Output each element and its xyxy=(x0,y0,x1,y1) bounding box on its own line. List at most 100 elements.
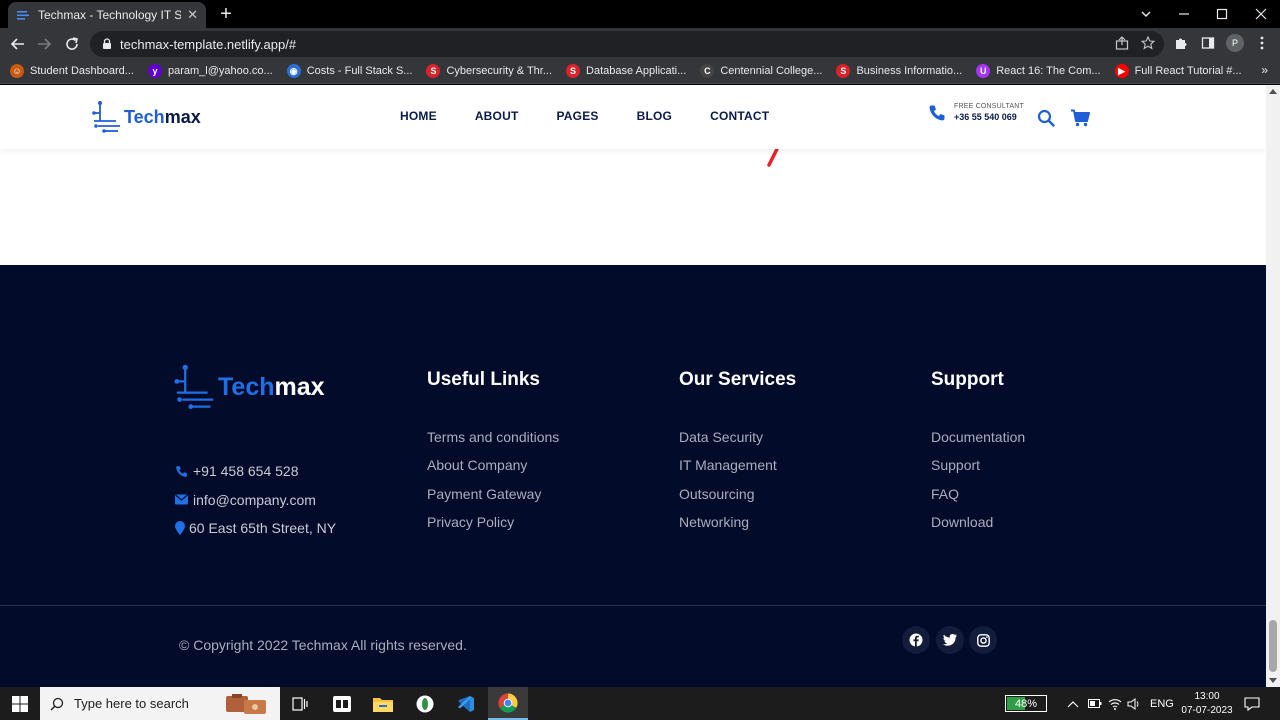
footer-logo-wordmark: Techmax xyxy=(218,373,325,402)
bookmark-item[interactable]: S Cybersecurity & Thr... xyxy=(426,64,552,78)
notifications-icon[interactable] xyxy=(1244,687,1260,720)
link-faq[interactable]: FAQ xyxy=(931,486,1025,514)
taskbar-app-file-explorer[interactable] xyxy=(363,687,403,720)
browser-titlebar: Techmax - Technology IT Solution ✕ + xyxy=(0,0,1280,28)
address-bar[interactable]: techmax-template.netlify.app/# xyxy=(90,31,1164,57)
taskbar-search-box[interactable]: Type here to search xyxy=(40,687,280,720)
share-icon[interactable] xyxy=(1112,33,1132,53)
footer-email[interactable]: info@company.com xyxy=(175,486,336,515)
profile-avatar[interactable]: P xyxy=(1225,33,1245,53)
nav-home[interactable]: HOME xyxy=(400,109,437,123)
wifi-icon[interactable] xyxy=(1108,687,1122,720)
cart-icon[interactable] xyxy=(1069,107,1091,129)
search-icon xyxy=(50,697,64,710)
taskbar-app-media[interactable] xyxy=(322,687,362,720)
twitter-link[interactable] xyxy=(935,626,964,654)
scrollbar-thumb[interactable] xyxy=(1269,620,1277,672)
taskbar-app-chrome[interactable] xyxy=(488,687,528,720)
scroll-up-arrow[interactable] xyxy=(1269,89,1277,94)
browser-menu-icon[interactable] xyxy=(1252,33,1272,53)
language-indicator[interactable]: ENG xyxy=(1150,687,1174,720)
techmax-favicon-icon xyxy=(17,11,29,20)
nav-blog[interactable]: BLOG xyxy=(637,109,672,123)
phone-icon xyxy=(175,465,189,478)
close-window-button[interactable] xyxy=(1242,0,1280,28)
search-icon[interactable] xyxy=(1035,107,1057,129)
free-consultant[interactable]: FREE CONSULTANT +36 55 540 069 xyxy=(928,103,1024,122)
nav-about[interactable]: ABOUT xyxy=(475,109,519,123)
bookmarks-overflow-icon[interactable]: » xyxy=(1261,63,1268,77)
bookmark-item[interactable]: C Centennial College... xyxy=(700,64,822,78)
maximize-button[interactable] xyxy=(1203,0,1241,28)
link-documentation[interactable]: Documentation xyxy=(931,429,1025,457)
tab-title: Techmax - Technology IT Solution xyxy=(38,8,182,22)
battery-tray-icon[interactable] xyxy=(1088,687,1102,720)
nav-contact[interactable]: CONTACT xyxy=(710,109,769,123)
volume-icon[interactable] xyxy=(1127,687,1141,720)
chrome-icon xyxy=(498,693,518,713)
taskbar-app-green-circle[interactable] xyxy=(405,687,445,720)
bookmark-label: Business Informatio... xyxy=(856,65,963,77)
yahoo-icon: y xyxy=(147,64,162,78)
s-logo-icon: S xyxy=(426,64,441,78)
show-hidden-icons-button[interactable] xyxy=(1067,687,1079,720)
site-logo[interactable]: Techmax xyxy=(92,99,201,135)
s-logo-icon: S xyxy=(566,64,581,78)
side-panel-icon[interactable] xyxy=(1198,33,1218,53)
link-payment-gateway[interactable]: Payment Gateway xyxy=(427,486,559,514)
clock-time: 13:00 xyxy=(1194,691,1220,702)
battery-indicator[interactable]: 48% xyxy=(1005,695,1047,712)
scroll-down-arrow[interactable] xyxy=(1269,678,1277,683)
extensions-puzzle-icon[interactable] xyxy=(1171,33,1191,53)
page-scrollbar[interactable] xyxy=(1266,85,1280,687)
footer-logo[interactable]: Techmax xyxy=(174,361,325,413)
back-button[interactable] xyxy=(6,32,30,56)
instagram-link[interactable] xyxy=(969,626,997,654)
bookmark-label: React 16: The Com... xyxy=(996,65,1101,77)
youtube-icon: ▶ xyxy=(1114,64,1129,78)
start-button[interactable] xyxy=(0,687,40,720)
link-support[interactable]: Support xyxy=(931,457,1025,485)
bookmarks-bar: ☺ Student Dashboard... y param_l@yahoo.co..… xyxy=(0,59,1280,84)
bookmark-item[interactable]: ◉ Costs - Full Stack S... xyxy=(286,64,412,78)
bookmark-item[interactable]: S Business Informatio... xyxy=(836,64,962,78)
link-it-management[interactable]: IT Management xyxy=(679,457,796,485)
link-privacy-policy[interactable]: Privacy Policy xyxy=(427,514,559,542)
vscode-icon xyxy=(458,695,474,712)
facebook-link[interactable] xyxy=(902,626,930,654)
taskbar-clock[interactable]: 13:00 07-07-2023 xyxy=(1176,690,1238,718)
bookmark-item[interactable]: ☺ Student Dashboard... xyxy=(10,64,134,78)
tab-close-icon[interactable]: ✕ xyxy=(187,7,198,23)
browser-tab-active[interactable]: Techmax - Technology IT Solution ✕ xyxy=(8,2,206,28)
footer-phone[interactable]: +91 458 654 528 xyxy=(175,457,336,486)
support-title: Support xyxy=(931,369,1004,390)
circuit-logo-icon xyxy=(92,101,120,133)
new-tab-button[interactable]: + xyxy=(216,4,236,24)
link-networking[interactable]: Networking xyxy=(679,514,796,542)
bookmark-star-icon[interactable] xyxy=(1138,33,1158,53)
bookmark-item[interactable]: y param_l@yahoo.co... xyxy=(147,64,273,78)
footer-address-text: 60 East 65th Street, NY xyxy=(189,520,337,537)
tab-search-icon[interactable] xyxy=(1127,0,1165,28)
globe-icon: ◉ xyxy=(286,64,301,78)
link-terms-and-conditions[interactable]: Terms and conditions xyxy=(427,429,559,457)
footer-contact-list: +91 458 654 528 info@company.com 60 East… xyxy=(175,457,336,543)
task-view-button[interactable] xyxy=(280,687,320,720)
taskbar-search-placeholder: Type here to search xyxy=(74,696,189,711)
link-download[interactable]: Download xyxy=(931,514,1025,542)
link-outsourcing[interactable]: Outsourcing xyxy=(679,486,796,514)
nav-pages[interactable]: PAGES xyxy=(556,109,598,123)
footer-address[interactable]: 60 East 65th Street, NY xyxy=(175,514,336,543)
minimize-button[interactable] xyxy=(1165,0,1203,28)
taskbar-app-vscode[interactable] xyxy=(446,687,486,720)
link-data-security[interactable]: Data Security xyxy=(679,429,796,457)
windows-logo-icon xyxy=(12,695,28,712)
reload-button[interactable] xyxy=(60,32,84,56)
lock-icon xyxy=(103,38,111,49)
bookmark-item[interactable]: U React 16: The Com... xyxy=(976,64,1101,78)
bookmark-item[interactable]: S Database Applicati... xyxy=(566,64,686,78)
forward-button[interactable] xyxy=(32,32,56,56)
bookmark-item[interactable]: ▶ Full React Tutorial #... xyxy=(1114,64,1242,78)
site-footer: Techmax +91 458 654 528 info@company.com… xyxy=(0,265,1266,687)
link-about-company[interactable]: About Company xyxy=(427,457,559,485)
